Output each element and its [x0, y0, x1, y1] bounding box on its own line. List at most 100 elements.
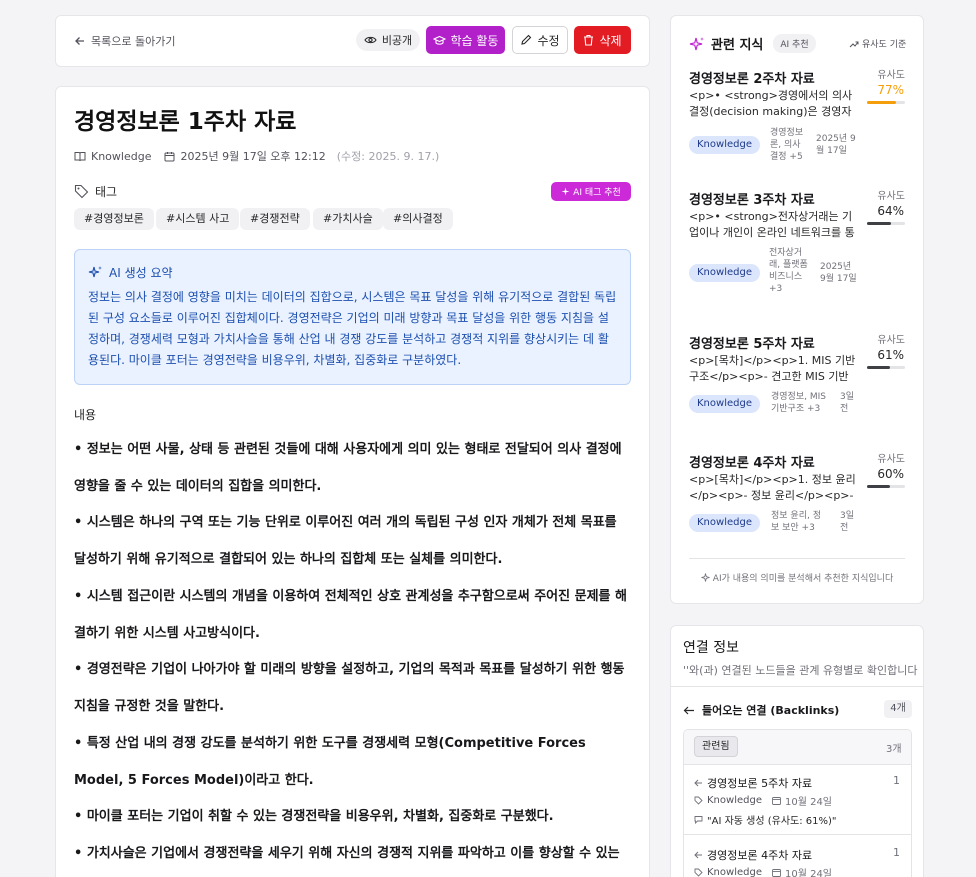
similarity-value: 64% — [877, 204, 904, 218]
related-item-date: 3일 전 — [840, 392, 855, 414]
related-item-title: 경영정보론 4주차 자료 — [689, 456, 815, 471]
tags-header: 태그 — [74, 183, 117, 200]
similarity-value: 77% — [877, 83, 904, 97]
arrow-left-icon — [74, 35, 86, 47]
related-item-snippet: <p>[목차]</p><p>1. MIS 기반구조</p><p>- 견고한 MI… — [689, 354, 856, 383]
sparkles-icon — [88, 265, 103, 280]
tag-chip[interactable]: #경영정보론 — [74, 208, 154, 230]
tag-icon — [694, 868, 703, 877]
similarity-bar — [867, 222, 905, 225]
backlink-note: "AI 자동 생성 (유사도: 61%)" — [694, 812, 837, 827]
backlink-note-text: "AI 자동 생성 (유사도: 61%)" — [707, 816, 837, 827]
arrow-left-icon — [683, 705, 695, 716]
relation-badge: 관련됨 — [694, 736, 738, 757]
ai-summary-title: AI 생성 요약 — [109, 266, 173, 280]
backlink-meta: Knowledge 10월 24일 — [694, 865, 832, 877]
tag-icon — [694, 796, 703, 805]
related-item-snippet: <p>[목차]</p><p>1. 정보 윤리</p><p>- 정보 윤리</p>… — [689, 473, 856, 502]
tag-chip[interactable]: #의사결정 — [383, 208, 453, 230]
related-item-snippet: <p>• <strong>전자상거래는 기업이나 개인이 온라인 네트워크를 통… — [689, 210, 855, 239]
backlink-number: 1 — [893, 846, 900, 859]
eye-icon — [364, 35, 377, 45]
tag-icon — [74, 184, 89, 199]
backlink-title-row: 경영정보론 4주차 자료 — [694, 847, 812, 863]
backlinks-header[interactable]: 들어오는 연결 (Backlinks) — [683, 702, 839, 718]
related-item-snippet: <p>• <strong>경영에서의 의사결정(decision making)… — [689, 89, 853, 118]
study-button[interactable]: 학습 활동 — [426, 26, 505, 54]
content-paragraph: • 특정 산업 내의 경쟁 강도를 분석하기 위한 도구를 경쟁세력 모형(Co… — [74, 736, 586, 788]
delete-label: 삭제 — [599, 33, 622, 48]
content-label: 내용 — [74, 408, 97, 422]
knowledge-badge: Knowledge — [689, 136, 760, 154]
backlink-type: Knowledge — [707, 867, 762, 877]
doc-date: 2025년 9월 17일 오후 12:12 — [180, 150, 326, 163]
sort-by-similarity[interactable]: 유사도 기준 — [849, 37, 906, 50]
related-header: 관련 지식 AI 추천 — [689, 34, 816, 53]
trash-icon — [583, 34, 594, 46]
calendar-icon — [164, 151, 175, 162]
related-item-date: 3일 전 — [840, 511, 855, 533]
tag-chip[interactable]: #시스템 사고 — [156, 208, 240, 230]
ai-tag-button[interactable]: AI 태그 추천 — [551, 182, 631, 201]
related-item-tags: 정보 윤리, 정보 보안 +3 — [771, 511, 821, 533]
related-title: 관련 지식 — [711, 38, 764, 53]
connections-title: 연결 정보 — [683, 640, 739, 656]
pencil-icon — [520, 34, 532, 46]
related-item-date: 2025년 9월 17일 — [820, 262, 857, 284]
similarity-bar — [867, 485, 905, 488]
connections-subtitle: ''와(과) 연결된 노드들을 관계 유형별로 확인합니다 — [683, 664, 918, 677]
similarity-label: 유사도 — [877, 454, 905, 465]
message-icon — [694, 815, 703, 824]
backlink-date: 10월 24일 — [784, 797, 833, 808]
sparkles-icon — [689, 36, 705, 52]
backlink-title: 경영정보론 5주차 자료 — [707, 777, 813, 790]
related-item-tags: 경영정보론, 의사결정 +5 — [770, 128, 804, 162]
backlink-title-row: 경영정보론 5주차 자료 — [694, 775, 812, 791]
backlink-meta: Knowledge 10월 24일 — [694, 793, 832, 808]
doc-meta: Knowledge 2025년 9월 17일 오후 12:12 (수정: 202… — [74, 148, 439, 164]
related-item-title: 경영정보론 2주차 자료 — [689, 72, 815, 87]
book-icon — [74, 151, 86, 162]
content-paragraph: • 정보는 어떤 사물, 상태 등 관련된 것들에 대해 사용자에게 의미 있는… — [74, 442, 622, 494]
backlink-number: 1 — [893, 774, 900, 787]
related-item-tags: 전자상거래, 플랫폼 비즈니스 +3 — [769, 248, 808, 294]
arrow-left-icon — [694, 851, 703, 859]
edit-label: 수정 — [537, 33, 560, 48]
knowledge-badge: Knowledge — [689, 264, 760, 282]
sparkle-icon — [561, 187, 570, 196]
related-divider — [689, 558, 905, 559]
group-count: 3개 — [886, 744, 902, 755]
related-item-title: 경영정보론 5주차 자료 — [689, 337, 815, 352]
content-paragraph: • 경영전략은 기업이 나아가야 할 미래의 방향을 설정하고, 기업의 목적과… — [74, 662, 625, 714]
page-title: 경영정보론 1주차 자료 — [74, 109, 297, 135]
similarity-label: 유사도 — [877, 70, 905, 81]
related-item-date: 2025년 9월 17일 — [816, 134, 856, 156]
similarity-bar — [867, 366, 905, 369]
delete-button[interactable]: 삭제 — [574, 26, 631, 54]
connections-divider — [670, 686, 924, 687]
private-button[interactable]: 비공개 — [356, 29, 420, 51]
knowledge-badge: Knowledge — [689, 514, 760, 532]
related-item-title: 경영정보론 3주차 자료 — [689, 193, 815, 208]
tag-chip[interactable]: #가치사슬 — [313, 208, 383, 230]
calendar-icon — [772, 868, 781, 877]
ai-recommend-badge: AI 추천 — [773, 34, 816, 53]
related-item-tags: 경영정보, MIS 기반구조 +3 — [771, 392, 826, 414]
tag-chip[interactable]: #경쟁전략 — [240, 208, 310, 230]
back-link-label: 목록으로 돌아가기 — [91, 35, 176, 48]
similarity-bar — [867, 101, 905, 104]
backlinks-title: 들어오는 연결 (Backlinks) — [702, 704, 840, 717]
back-link[interactable]: 목록으로 돌아가기 — [74, 33, 175, 49]
ai-tag-label: AI 태그 추천 — [573, 188, 621, 198]
sort-label: 유사도 기준 — [862, 40, 907, 50]
similarity-label: 유사도 — [877, 335, 905, 346]
similarity-value: 61% — [877, 348, 904, 362]
related-footer-text: AI가 내용의 의미를 분석해서 추천한 지식입니다 — [712, 574, 894, 584]
edit-button[interactable]: 수정 — [512, 26, 568, 54]
related-footer: AI가 내용의 의미를 분석해서 추천한 지식입니다 — [689, 571, 905, 584]
backlink-title: 경영정보론 4주차 자료 — [707, 849, 813, 862]
doc-modified: (수정: 2025. 9. 17.) — [336, 150, 440, 163]
ai-summary-header: AI 생성 요약 — [88, 264, 173, 281]
content-paragraph: • 시스템은 하나의 구역 또는 기능 단위로 이루어진 여러 개의 독립된 구… — [74, 515, 617, 567]
backlink-date: 10월 24일 — [784, 869, 833, 877]
